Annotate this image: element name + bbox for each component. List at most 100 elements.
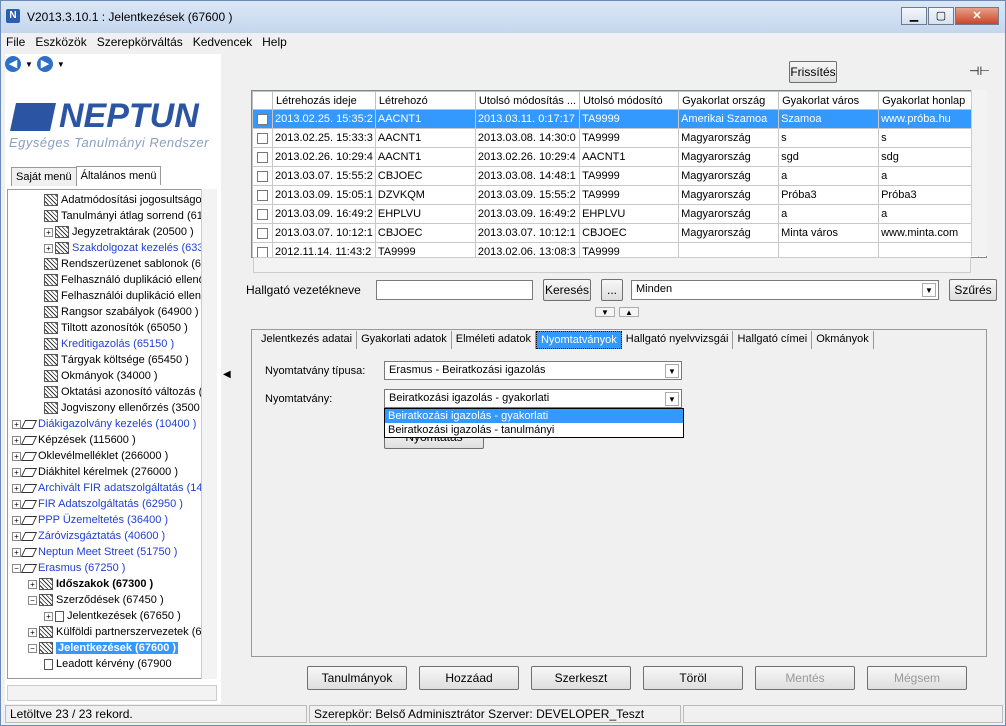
close-button[interactable]: ✕ xyxy=(955,7,999,25)
row-checkbox[interactable] xyxy=(257,170,268,182)
tree-item[interactable]: Adatmódosítási jogosultságok xyxy=(44,192,207,208)
expand-icon[interactable]: + xyxy=(12,451,21,461)
back-arrow-icon[interactable]: ◀ xyxy=(5,56,21,72)
row-checkbox-cell[interactable] xyxy=(252,128,273,148)
row-checkbox-cell[interactable] xyxy=(252,109,273,129)
expand-icon[interactable]: + xyxy=(12,547,21,557)
table-row[interactable]: 2013.03.07. 10:12:1 CBJOEC 2013.03.07. 10:… xyxy=(252,223,980,243)
row-checkbox[interactable] xyxy=(257,132,268,144)
expand-icon[interactable]: + xyxy=(12,467,21,477)
row-checkbox-cell[interactable] xyxy=(252,204,273,224)
tree-item[interactable]: + Szakdolgozat kezelés (63300 xyxy=(44,240,216,256)
table-row[interactable]: 2013.03.09. 16:49:2 EHPLVU 2013.03.09. 16:… xyxy=(252,204,980,224)
tree-item[interactable]: Kreditigazolás (65150 ) xyxy=(44,336,174,352)
tree-item[interactable]: Tiltott azonosítók (65050 ) xyxy=(44,320,188,336)
tab-general-menu[interactable]: Általános menü xyxy=(75,166,162,185)
tab-student-addresses[interactable]: Hallgató címei xyxy=(733,331,813,349)
expand-icon[interactable]: + xyxy=(44,243,53,253)
tree-vertical-scrollbar[interactable] xyxy=(201,189,217,679)
collapse-icon[interactable]: − xyxy=(28,643,37,653)
expand-icon[interactable]: + xyxy=(44,611,53,621)
expand-icon[interactable]: + xyxy=(12,483,21,493)
menu-favorites[interactable]: Kedvencek xyxy=(188,33,257,53)
forward-arrow-icon[interactable]: ▶ xyxy=(36,56,53,72)
column-header[interactable]: Gyakorlat város xyxy=(778,91,880,110)
row-checkbox-cell[interactable] xyxy=(252,147,273,167)
filter-button[interactable]: Szűrés xyxy=(949,279,997,301)
collapse-icon[interactable]: − xyxy=(12,563,21,573)
delete-button[interactable]: Töröl xyxy=(643,666,743,690)
collapse-down-icon[interactable]: ▼ xyxy=(595,307,615,317)
tree-item[interactable]: + Diákigazolvány kezelés (10400 ) xyxy=(12,416,196,432)
table-row[interactable]: 2013.02.25. 15:35:2 AACNT1 2013.03.11. 0:1… xyxy=(252,109,980,129)
tree-item[interactable]: Okmányok (34000 ) xyxy=(44,368,158,384)
menu-file[interactable]: File xyxy=(1,33,30,53)
edit-button[interactable]: Szerkeszt xyxy=(531,666,631,690)
row-checkbox[interactable] xyxy=(257,189,268,201)
tree-item[interactable]: + Jegyzetraktárak (20500 ) xyxy=(44,224,194,240)
tab-forms[interactable]: Nyomtatványok xyxy=(535,331,622,349)
table-row[interactable]: 2013.03.09. 15:05:1 DZVKQM 2013.03.09. 15:… xyxy=(252,185,980,205)
column-header[interactable]: Utolsó módosítás ... xyxy=(474,91,581,110)
tree-item[interactable]: + PPP Üzemeltetés (36400 ) xyxy=(12,512,168,528)
table-row[interactable]: 2013.03.07. 15:55:2 CBJOEC 2013.03.08. 14:… xyxy=(252,166,980,186)
save-button[interactable]: Mentés xyxy=(755,666,855,690)
form-type-select[interactable]: Erasmus - Beiratkozási igazolás ▼ xyxy=(384,361,682,380)
form-select[interactable]: Beiratkozási igazolás - gyakorlati ▼ xyxy=(384,389,682,408)
table-row[interactable]: 2013.02.26. 10:29:4 AACNT1 2013.02.26. 10:… xyxy=(252,147,980,167)
expand-icon[interactable]: + xyxy=(28,579,37,589)
expand-icon[interactable]: + xyxy=(44,227,53,237)
tree-item[interactable]: Rendszerüzenet sablonok (64 xyxy=(44,256,207,272)
cancel-button[interactable]: Mégsem xyxy=(867,666,967,690)
row-checkbox[interactable] xyxy=(257,113,268,125)
menu-help[interactable]: Help xyxy=(257,33,292,53)
tab-theory-data[interactable]: Elméleti adatok xyxy=(452,331,536,349)
dropdown-option[interactable]: Beiratkozási igazolás - tanulmányi xyxy=(385,423,683,437)
more-button[interactable]: ... xyxy=(601,279,623,301)
tab-language-exams[interactable]: Hallgató nyelvvizsgái xyxy=(622,331,734,349)
menu-role-switch[interactable]: Szerepkörváltás xyxy=(92,33,188,53)
tree-item[interactable]: Tanulmányi átlag sorrend (613 xyxy=(44,208,209,224)
tree-item[interactable]: Oktatási azonosító változás ( xyxy=(44,384,202,400)
tree-item[interactable]: + Időszakok (67300 ) xyxy=(28,576,153,592)
add-button[interactable]: Hozzáad xyxy=(419,666,519,690)
table-row[interactable]: 2012.11.14. 11:43:2 TA9999 2013.02.06. 13:… xyxy=(252,242,980,257)
tab-practical-data[interactable]: Gyakorlati adatok xyxy=(357,331,452,349)
expand-icon[interactable]: + xyxy=(12,499,21,509)
surname-search-input[interactable] xyxy=(376,280,533,300)
tree-item[interactable]: + Külföldi partnerszervezetek (6 xyxy=(28,624,202,640)
table-row[interactable]: 2013.02.25. 15:33:3 AACNT1 2013.03.08. 14:… xyxy=(252,128,980,148)
tree-item[interactable]: + Oklevélmelléklet (266000 ) xyxy=(12,448,168,464)
column-header[interactable]: Utolsó módosító xyxy=(579,91,680,110)
tree-item[interactable]: + Diákhitel kérelmek (276000 ) xyxy=(12,464,178,480)
tree-item[interactable]: + Záróvizsgáztatás (40600 ) xyxy=(12,528,165,544)
tree-item[interactable]: Leadott kérvény (67900 xyxy=(44,656,172,672)
tree-item[interactable]: + Képzések (115600 ) xyxy=(12,432,136,448)
row-checkbox-cell[interactable] xyxy=(252,242,273,257)
row-checkbox[interactable] xyxy=(257,151,268,163)
menu-tools[interactable]: Eszközök xyxy=(30,33,91,53)
tree-item[interactable]: + Jelentkezések (67650 ) xyxy=(44,608,181,624)
tree-item[interactable]: Rangsor szabályok (64900 ) xyxy=(44,304,199,320)
column-header[interactable]: Gyakorlat ország xyxy=(678,91,780,110)
minimize-button[interactable]: ▁ xyxy=(901,7,927,25)
column-header[interactable]: Létrehozó xyxy=(374,91,476,110)
back-dropdown-icon[interactable]: ▼ xyxy=(25,60,33,69)
row-checkbox-cell[interactable] xyxy=(252,166,273,186)
expand-icon[interactable]: + xyxy=(12,435,21,445)
search-button[interactable]: Keresés xyxy=(543,279,591,301)
filter-select[interactable]: Minden ▼ xyxy=(631,280,939,300)
expand-icon[interactable]: + xyxy=(12,531,21,541)
grid-vertical-scrollbar[interactable] xyxy=(971,90,987,256)
dropdown-option[interactable]: Beiratkozási igazolás - gyakorlati xyxy=(385,409,683,423)
column-header[interactable]: Gyakorlat honlap xyxy=(878,91,980,110)
tree-item[interactable]: + Neptun Meet Street (51750 ) xyxy=(12,544,177,560)
tree-item[interactable]: − Szerződések (67450 ) xyxy=(28,592,164,608)
collapse-up-icon[interactable]: ▲ xyxy=(619,307,639,317)
tab-documents[interactable]: Okmányok xyxy=(812,331,874,349)
refresh-button[interactable]: Frissítés xyxy=(789,61,837,83)
column-header[interactable]: Létrehozás ideje xyxy=(272,91,376,110)
expand-icon[interactable]: + xyxy=(28,627,37,637)
tab-application-data[interactable]: Jelentkezés adatai xyxy=(257,331,358,349)
maximize-button[interactable]: ▢ xyxy=(928,7,954,25)
